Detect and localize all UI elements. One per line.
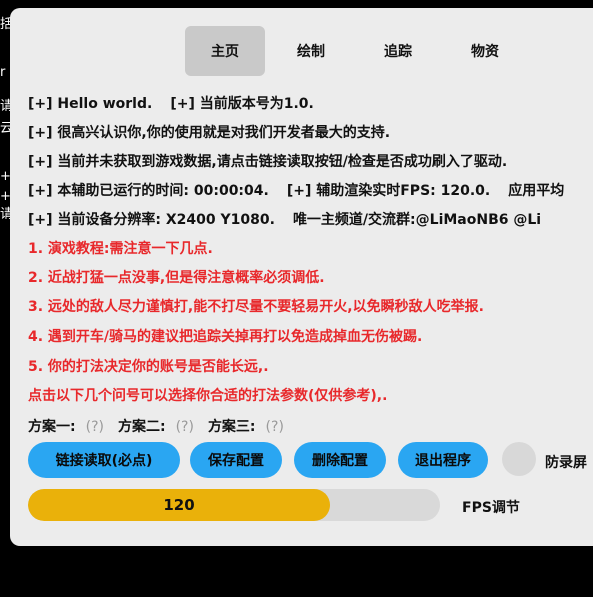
info-line-runtime: [+] 本辅助已运行的时间: 00:00:04. [+] 辅助渲染实时FPS: 1… bbox=[28, 180, 564, 200]
tip-line: 5. 你的打法决定你的账号是否能长远,. bbox=[28, 359, 269, 375]
info-line-welcome: [+] 很高兴认识你,你的使用就是对我们开发者最大的支持. bbox=[28, 125, 391, 141]
fps-slider-label: FPS调节 bbox=[462, 500, 520, 516]
fps-text: [+] 辅助渲染实时FPS: 120.0. bbox=[286, 183, 491, 199]
info-line-resolution: [+] 当前设备分辨率: X2400 Y1080. 唯一主频道/交流群:@LiMa… bbox=[28, 209, 541, 229]
plan-two-help[interactable]: (?) bbox=[176, 419, 194, 435]
plan-row: 方案一: (?) 方案二: (?) 方案三: (?) bbox=[28, 416, 298, 436]
anti-record-label: 防录屏 bbox=[545, 455, 587, 471]
exit-program-button[interactable]: 退出程序 bbox=[398, 442, 488, 478]
version-text: [+] 当前版本号为1.0. bbox=[170, 96, 314, 112]
tab-items[interactable]: 物资 bbox=[445, 26, 525, 76]
tip-line: 4. 遇到开车/骑马的建议把追踪关掉再打以免造成掉血无伤被踢. bbox=[28, 329, 423, 345]
plan-three-help[interactable]: (?) bbox=[266, 419, 284, 435]
platform-text: 应用平均 bbox=[508, 183, 565, 199]
delete-config-button[interactable]: 删除配置 bbox=[294, 442, 386, 478]
tab-draw[interactable]: 绘制 bbox=[271, 26, 351, 76]
tip-line: 2. 近战打猛一点没事,但是得注意概率必须调低. bbox=[28, 270, 325, 286]
resolution-text: [+] 当前设备分辨率: X2400 Y1080. bbox=[28, 212, 275, 228]
tip-line: 1. 演戏教程:需注意一下几点. bbox=[28, 241, 213, 257]
fps-slider-value: 120 bbox=[163, 496, 195, 514]
channel-text: 唯一主频道/交流群:@LiMaoNB6 @Li bbox=[292, 212, 542, 228]
plan-three-label: 方案三: bbox=[207, 419, 256, 435]
hello-text: [+] Hello world. bbox=[28, 96, 153, 112]
info-line-hello: [+] Hello world. [+] 当前版本号为1.0. bbox=[28, 93, 314, 113]
tip-line: 点击以下几个问号可以选择你合适的打法参数(仅供参考),. bbox=[28, 388, 388, 404]
connect-read-button[interactable]: 链接读取(必点) bbox=[28, 442, 180, 478]
tab-track[interactable]: 追踪 bbox=[358, 26, 438, 76]
tab-home[interactable]: 主页 bbox=[185, 26, 265, 76]
plan-one-label: 方案一: bbox=[28, 419, 76, 435]
plan-one-help[interactable]: (?) bbox=[86, 419, 104, 435]
plan-two-label: 方案二: bbox=[117, 419, 166, 435]
anti-record-toggle[interactable] bbox=[502, 442, 536, 476]
info-line-no-data: [+] 当前并未获取到游戏数据,请点击链接读取按钮/检查是否成功刷入了驱动. bbox=[28, 154, 508, 170]
fps-slider[interactable]: 120 bbox=[28, 489, 440, 521]
runtime-text: [+] 本辅助已运行的时间: 00:00:04. bbox=[28, 183, 269, 199]
background-char: r bbox=[0, 65, 6, 80]
main-panel: 主页 绘制 追踪 物资 [+] Hello world. [+] 当前版本号为1.… bbox=[10, 8, 593, 546]
save-config-button[interactable]: 保存配置 bbox=[190, 442, 282, 478]
tip-line: 3. 远处的敌人尽力谨慎打,能不打尽量不要轻易开火,以免瞬秒敌人吃举报. bbox=[28, 299, 484, 315]
